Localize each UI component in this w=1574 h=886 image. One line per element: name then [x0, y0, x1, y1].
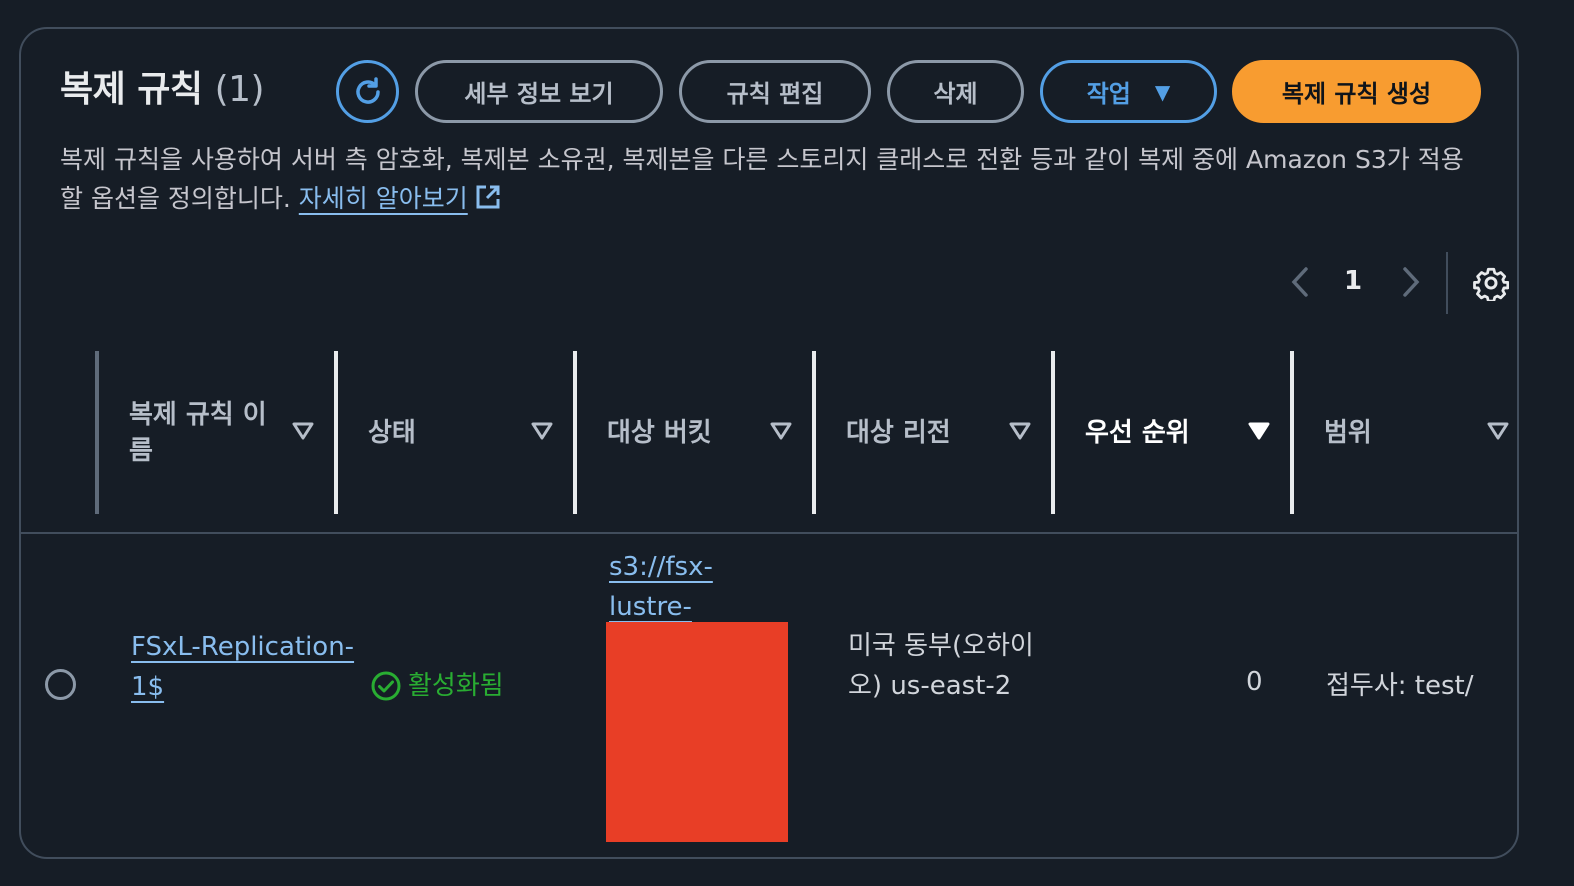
- actions-dropdown-button[interactable]: 작업 ▼: [1040, 60, 1217, 123]
- column-label: 상태: [368, 417, 416, 448]
- view-details-label: 세부 정보 보기: [464, 80, 614, 108]
- rule-name-link[interactable]: FSxL-Replication-1$: [131, 632, 354, 702]
- pagination-divider: [1446, 252, 1448, 314]
- create-rule-button[interactable]: 복제 규칙 생성: [1232, 60, 1481, 123]
- column-label: 복제 규칙 이름: [129, 399, 267, 466]
- status-text: 활성화됨: [408, 671, 504, 701]
- column-label: 대상 버킷: [607, 417, 712, 448]
- column-header-scope[interactable]: 범위: [1290, 351, 1533, 514]
- sort-icon: [770, 422, 792, 440]
- delete-button[interactable]: 삭제: [887, 60, 1024, 123]
- column-label: 우선 순위: [1085, 417, 1190, 448]
- column-header-rule-name[interactable]: 복제 규칙 이름: [95, 351, 338, 514]
- title-text: 복제 규칙: [60, 69, 203, 110]
- priority-cell: 0: [1246, 667, 1263, 697]
- panel-description: 복제 규칙을 사용하여 서버 측 암호화, 복제본 소유권, 복제본을 다른 스…: [60, 140, 1480, 218]
- previous-page-icon[interactable]: [1289, 265, 1311, 299]
- current-page-number[interactable]: 1: [1344, 266, 1362, 296]
- redaction-block: [606, 622, 788, 842]
- column-header-priority[interactable]: 우선 순위: [1051, 351, 1294, 514]
- rule-name-cell: FSxL-Replication-1$: [131, 627, 361, 707]
- sort-icon: [1009, 422, 1031, 440]
- external-link-icon: [476, 185, 500, 209]
- destination-region-cell: 미국 동부(오하이오) us-east-2: [848, 626, 1038, 706]
- destination-region-text: 미국 동부(오하이오) us-east-2: [848, 631, 1034, 701]
- column-label: 범위: [1324, 417, 1372, 448]
- refresh-button[interactable]: [336, 60, 399, 123]
- destination-bucket-link[interactable]: s3://fsx-lustre-: [609, 552, 713, 622]
- sort-icon: [1487, 422, 1509, 440]
- caret-down-icon: ▼: [1154, 79, 1171, 104]
- destination-bucket-cell: s3://fsx-lustre-: [609, 547, 769, 627]
- status-cell: 활성화됨: [370, 666, 504, 706]
- row-select-radio[interactable]: [45, 669, 76, 700]
- next-page-icon[interactable]: [1400, 265, 1422, 299]
- edit-rule-label: 규칙 편집: [726, 80, 824, 108]
- view-details-button[interactable]: 세부 정보 보기: [415, 60, 663, 123]
- learn-more-link[interactable]: 자세히 알아보기: [299, 184, 468, 213]
- scope-cell: 접두사: test/: [1326, 671, 1474, 701]
- edit-rule-button[interactable]: 규칙 편집: [679, 60, 871, 123]
- column-header-destination-region[interactable]: 대상 리전: [812, 351, 1055, 514]
- header-divider: [21, 532, 1518, 534]
- column-label: 대상 리전: [846, 417, 951, 448]
- create-rule-label: 복제 규칙 생성: [1281, 80, 1432, 108]
- sort-descending-icon: [1248, 422, 1270, 440]
- settings-gear-icon[interactable]: [1473, 265, 1509, 301]
- check-circle-icon: [371, 671, 401, 701]
- refresh-icon: [355, 76, 380, 104]
- rule-count: (1): [214, 69, 265, 110]
- column-header-status[interactable]: 상태: [334, 351, 577, 514]
- delete-label: 삭제: [933, 80, 978, 108]
- sort-icon: [292, 422, 314, 440]
- column-header-destination-bucket[interactable]: 대상 버킷: [573, 351, 816, 514]
- actions-label: 작업: [1086, 80, 1131, 108]
- sort-icon: [531, 422, 553, 440]
- page-title: 복제 규칙 (1): [60, 60, 265, 112]
- description-text: 복제 규칙을 사용하여 서버 측 암호화, 복제본 소유권, 복제본을 다른 스…: [60, 145, 1464, 213]
- learn-more-label: 자세히 알아보기: [298, 184, 468, 213]
